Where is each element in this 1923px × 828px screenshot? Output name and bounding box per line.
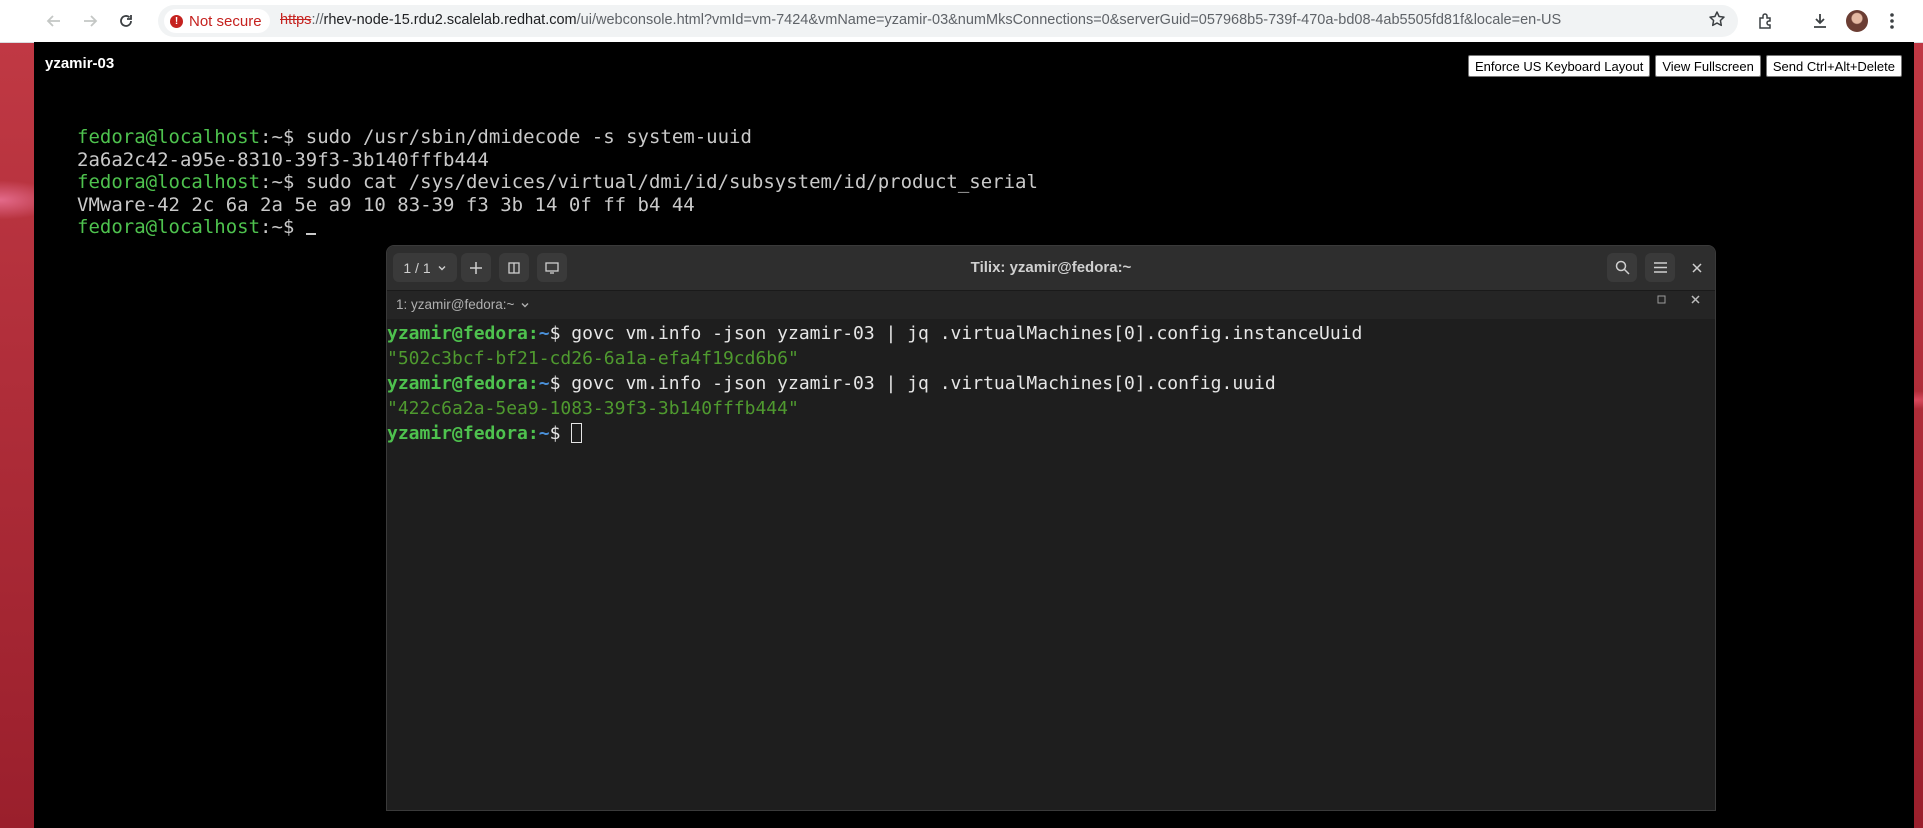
extensions-icon[interactable] (1754, 9, 1778, 33)
vm-output: 2a6a2c42-a95e-8310-39f3-3b140fffb444 (77, 148, 489, 171)
console-toolbar: Enforce US Keyboard Layout View Fullscre… (1467, 55, 1902, 77)
forward-icon[interactable] (78, 9, 102, 33)
command-text: govc vm.info -json yzamir-03 | jq .virtu… (571, 323, 1363, 344)
vm-line: fedora@localhost:~$ (77, 216, 1038, 239)
tilix-window[interactable]: 1 / 1 Tilix: yzamir@fedora:~ 1: yzamir@f… (386, 245, 1716, 811)
menu-icon (1653, 262, 1667, 273)
vm-prompt-suffix: :~$ (260, 216, 306, 238)
url-host: rhev-node-15.rdu2.scalelab.redhat.com (323, 12, 577, 28)
search-icon (1615, 260, 1630, 275)
command-output: "422c6a2a-5ea9-1083-39f3-3b140fffb444" (387, 398, 799, 419)
tilix-headerbar: 1 / 1 Tilix: yzamir@fedora:~ (387, 246, 1715, 291)
reload-icon[interactable] (114, 9, 138, 33)
hamburger-menu-button[interactable] (1645, 253, 1675, 282)
browser-toolbar: ! Not secure https://rhev-node-15.rdu2.s… (0, 0, 1923, 43)
terminal-line: yzamir@fedora:~$ (387, 421, 1707, 446)
terminal-line: yzamir@fedora:~$ govc vm.info -json yzam… (387, 373, 1276, 394)
vm-prompt-suffix: :~$ (260, 171, 306, 193)
download-icon[interactable] (1808, 9, 1832, 33)
maximize-terminal-button[interactable] (1657, 295, 1675, 313)
view-fullscreen-button[interactable]: View Fullscreen (1655, 55, 1761, 77)
prompt-user: yzamir@fedora (387, 373, 528, 394)
vm-prompt: fedora@localhost (77, 171, 261, 193)
url-text[interactable]: https://rhev-node-15.rdu2.scalelab.redha… (280, 12, 1561, 28)
url-scheme: https (280, 12, 312, 28)
vm-line: fedora@localhost:~$ sudo /usr/sbin/dmide… (77, 126, 1038, 149)
close-terminal-button[interactable] (1691, 295, 1709, 313)
vm-line: fedora@localhost:~$ sudo cat /sys/device… (77, 171, 1038, 194)
terminal-tabbar: 1: yzamir@fedora:~ (387, 291, 1715, 319)
vm-prompt-suffix: :~$ (260, 126, 306, 148)
security-label: Not secure (189, 12, 262, 30)
address-bar[interactable]: ! Not secure https://rhev-node-15.rdu2.s… (158, 5, 1738, 37)
window-title: Tilix: yzamir@fedora:~ (970, 259, 1132, 276)
prompt-user: yzamir@fedora (387, 323, 528, 344)
text-cursor (305, 233, 316, 235)
search-button[interactable] (1607, 253, 1637, 282)
prompt-path: ~ (538, 373, 550, 394)
vm-prompt: fedora@localhost (77, 216, 261, 238)
send-ctrl-alt-del-button[interactable]: Send Ctrl+Alt+Delete (1765, 55, 1902, 77)
prompt-path: ~ (538, 323, 550, 344)
url-separator: :// (311, 12, 324, 28)
terminal-title: 1: yzamir@fedora:~ (396, 297, 515, 312)
avatar[interactable] (1846, 10, 1868, 32)
close-icon (1691, 295, 1700, 304)
terminal-line: yzamir@fedora:~$ govc vm.info -json yzam… (387, 323, 1363, 344)
star-icon[interactable] (1708, 10, 1730, 32)
terminal-title-button[interactable]: 1: yzamir@fedora:~ (396, 297, 530, 312)
prompt-path: ~ (538, 423, 550, 444)
enforce-keyboard-button[interactable]: Enforce US Keyboard Layout (1467, 55, 1651, 77)
command-text: govc vm.info -json yzamir-03 | jq .virtu… (571, 373, 1276, 394)
vm-output: VMware-42 2c 6a 2a 5e a9 10 83-39 f3 3b … (77, 193, 695, 216)
vm-terminal-output[interactable]: fedora@localhost:~$ sudo /usr/sbin/dmide… (77, 126, 1038, 239)
security-chip[interactable]: ! Not secure (164, 9, 270, 33)
menu-icon[interactable] (1880, 9, 1904, 33)
vm-prompt: fedora@localhost (77, 126, 261, 148)
command-output: "502c3bcf-bf21-cd26-6a1a-efa4f19cd6b6" (387, 348, 799, 369)
vm-name: yzamir-03 (45, 55, 115, 72)
block-cursor (571, 423, 583, 443)
vm-console[interactable]: yzamir-03 Enforce US Keyboard Layout Vie… (34, 42, 1914, 828)
tilix-terminal[interactable]: yzamir@fedora:~$ govc vm.info -json yzam… (387, 321, 1707, 801)
close-window-button[interactable] (1685, 253, 1709, 282)
warning-icon: ! (170, 14, 183, 28)
back-icon[interactable] (42, 9, 66, 33)
chevron-down-icon (521, 302, 529, 307)
prompt-user: yzamir@fedora (387, 423, 528, 444)
url-path: /ui/webconsole.html?vmId=vm-7424&vmName=… (576, 12, 1562, 28)
close-icon (1692, 262, 1702, 273)
vm-command: sudo cat /sys/devices/virtual/dmi/id/sub… (305, 171, 1038, 193)
vm-command: sudo /usr/sbin/dmidecode -s system-uuid (305, 126, 752, 148)
maximize-icon (1657, 295, 1666, 304)
